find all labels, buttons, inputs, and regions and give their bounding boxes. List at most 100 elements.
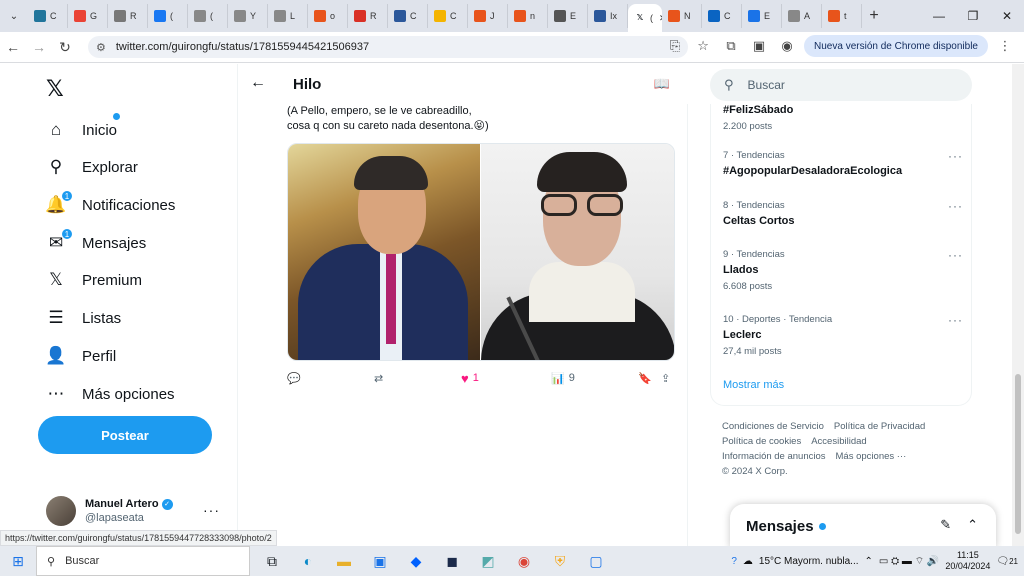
sidebar-item-perfil[interactable]: 👤 Perfil — [45, 341, 116, 371]
browser-tab[interactable]: n — [508, 4, 548, 28]
browser-tab[interactable]: R — [108, 4, 148, 28]
like-button[interactable]: ♥ 1 — [461, 371, 479, 386]
account-more-icon[interactable]: ··· — [203, 502, 220, 518]
chrome-update-button[interactable]: Nueva versión de Chrome disponible — [804, 35, 988, 57]
maximize-icon[interactable]: ❐ — [956, 0, 990, 32]
tweet-photo-1[interactable] — [288, 144, 480, 360]
trend-more-icon[interactable]: ··· — [948, 313, 963, 327]
tray-icons[interactable]: ▭ ⛭ ▬ ⌔ 🔊 — [879, 555, 939, 568]
browser-tab[interactable]: C — [28, 4, 68, 28]
browser-tab[interactable]: ( — [188, 4, 228, 28]
page-scrollbar[interactable] — [1012, 64, 1024, 546]
bookmark-star-icon[interactable]: ☆ — [692, 35, 714, 57]
dropbox-icon[interactable]: ◆ — [402, 547, 430, 575]
browser-tab[interactable]: C — [702, 4, 742, 28]
clock[interactable]: 11:15 20/04/2024 — [945, 550, 990, 572]
install-app-icon[interactable]: ⎘ — [664, 35, 686, 57]
store-icon[interactable]: ▣ — [366, 547, 394, 575]
sidebar-item-mas-opciones[interactable]: ⋯ Más opciones — [46, 379, 175, 409]
reply-icon[interactable]: 💬 — [287, 372, 301, 385]
browser-tab[interactable]: t — [822, 4, 862, 28]
extensions-icon[interactable]: ⧉ — [720, 35, 742, 57]
new-tab-button[interactable]: + — [862, 7, 886, 25]
trend-item[interactable]: 9 · Tendencias ··· Llados 6.608 posts — [723, 248, 963, 292]
browser-tab[interactable]: Y — [228, 4, 268, 28]
footer-link[interactable]: Política de cookies — [722, 436, 801, 447]
tab-search-chevron-icon[interactable]: ⌄ — [0, 0, 28, 32]
app-blue-icon[interactable]: ▢ — [582, 547, 610, 575]
browser-tab[interactable]: G — [68, 4, 108, 28]
views-button[interactable]: 📊 9 — [551, 372, 575, 385]
security-shield-icon[interactable]: ⛨ — [546, 547, 574, 575]
sidebar-item-notificaciones[interactable]: 🔔 1 Notificaciones — [45, 190, 175, 220]
show-more-link[interactable]: Mostrar más — [723, 379, 784, 391]
forward-button[interactable]: → — [26, 34, 52, 60]
browser-tab[interactable]: o — [308, 4, 348, 28]
footer-link[interactable]: Política de Privacidad — [834, 421, 925, 432]
weather-text[interactable]: 15°C Mayorm. nubla... — [759, 556, 859, 567]
help-icon[interactable]: ? — [731, 556, 737, 567]
app-box-icon[interactable]: ◩ — [474, 547, 502, 575]
task-view-icon[interactable]: ⧉ — [258, 547, 286, 575]
sidebar-item-inicio[interactable]: ⌂ Inicio — [46, 113, 121, 145]
new-message-icon[interactable]: ✎ — [940, 517, 951, 533]
back-button[interactable]: ← — [0, 34, 26, 60]
retweet-icon[interactable]: ⇄ — [374, 372, 383, 385]
notifications-icon[interactable]: 🗨21 — [996, 556, 1018, 567]
expand-chevrons-icon[interactable]: ⌃ — [967, 517, 978, 533]
bookmark-icon[interactable]: 🔖 — [638, 372, 652, 385]
trend-item[interactable]: 10 · Deportes · Tendencia ··· Leclerc 27,4 … — [723, 313, 963, 357]
trend-item[interactable]: 8 · Tendencias ··· Celtas Cortos — [723, 199, 963, 227]
browser-tab[interactable]: L — [268, 4, 308, 28]
profile-avatar-icon[interactable]: ◉ — [776, 35, 798, 57]
taskbar-search-input[interactable]: ⚲ Buscar — [36, 546, 250, 576]
footer-link[interactable]: Más opciones ··· — [836, 451, 907, 462]
kebab-menu-icon[interactable]: ⋮ — [994, 35, 1016, 57]
browser-tab[interactable]: R — [348, 4, 388, 28]
footer-link[interactable]: Condiciones de Servicio — [722, 421, 824, 432]
browser-tab[interactable]: C — [388, 4, 428, 28]
sidebar-item-explorar[interactable]: ⚲ Explorar — [46, 152, 138, 182]
sidebar-item-listas[interactable]: ☰ Listas — [46, 303, 121, 333]
close-window-icon[interactable]: ✕ — [990, 0, 1024, 32]
browser-tab[interactable]: A — [782, 4, 822, 28]
url-field[interactable]: ⚙ twitter.com/guirongfu/status/178155944… — [88, 36, 688, 58]
browser-tab[interactable]: C — [428, 4, 468, 28]
search-input[interactable]: ⚲ Buscar — [710, 69, 972, 101]
sidebar-item-premium[interactable]: 𝕏 Premium — [46, 265, 142, 295]
browser-tab[interactable]: N — [662, 4, 702, 28]
trend-more-icon[interactable]: ··· — [948, 149, 963, 163]
back-arrow-icon[interactable]: ← — [250, 74, 266, 92]
share-icon[interactable]: ⇪ — [661, 372, 670, 385]
trend-more-icon[interactable]: ··· — [948, 248, 963, 262]
footer-link[interactable]: Accesibilidad — [811, 436, 866, 447]
trend-more-icon[interactable]: ··· — [948, 199, 963, 213]
trend-item[interactable]: 7 · Tendencias ··· #AgopopularDesaladoraEc… — [723, 149, 963, 177]
browser-tab[interactable]: ( — [148, 4, 188, 28]
browser-tab[interactable]: E — [548, 4, 588, 28]
app-dark-icon[interactable]: ◼ — [438, 547, 466, 575]
browser-tab[interactable]: Ix — [588, 4, 628, 28]
minimize-icon[interactable]: — — [922, 0, 956, 32]
messages-drawer[interactable]: Mensajes ✎ ⌃ — [730, 504, 996, 548]
x-logo-icon[interactable]: 𝕏 — [46, 76, 64, 102]
browser-tab[interactable]: E — [742, 4, 782, 28]
footer-link[interactable]: Información de anuncios — [722, 451, 826, 462]
browser-tab[interactable]: 𝕏(✕ — [628, 4, 662, 32]
sidebar-item-mensajes[interactable]: ✉ 1 Mensajes — [46, 228, 146, 258]
browser-tab[interactable]: J — [468, 4, 508, 28]
post-button[interactable]: Postear — [38, 416, 212, 454]
chrome-icon[interactable]: ◉ — [510, 547, 538, 575]
trend-item[interactable]: #FelizSábado 2.200 posts — [723, 100, 963, 132]
file-explorer-icon[interactable]: ▬ — [330, 547, 358, 575]
site-info-icon[interactable]: ⚙ — [96, 41, 106, 54]
reader-mode-icon[interactable]: 📖 — [654, 76, 670, 92]
account-switcher[interactable]: Manuel Artero ✓ @lapaseata ··· — [46, 494, 236, 528]
edge-icon[interactable]: ◐ — [294, 547, 322, 575]
tray-chevron-icon[interactable]: ⌃ — [865, 556, 873, 567]
tweet-photo-2[interactable] — [480, 144, 674, 360]
windows-start-icon[interactable]: ⊞ — [0, 546, 36, 576]
reload-button[interactable]: ↻ — [52, 34, 78, 60]
side-panel-icon[interactable]: ▣ — [748, 35, 770, 57]
scroll-thumb[interactable] — [1015, 374, 1021, 534]
